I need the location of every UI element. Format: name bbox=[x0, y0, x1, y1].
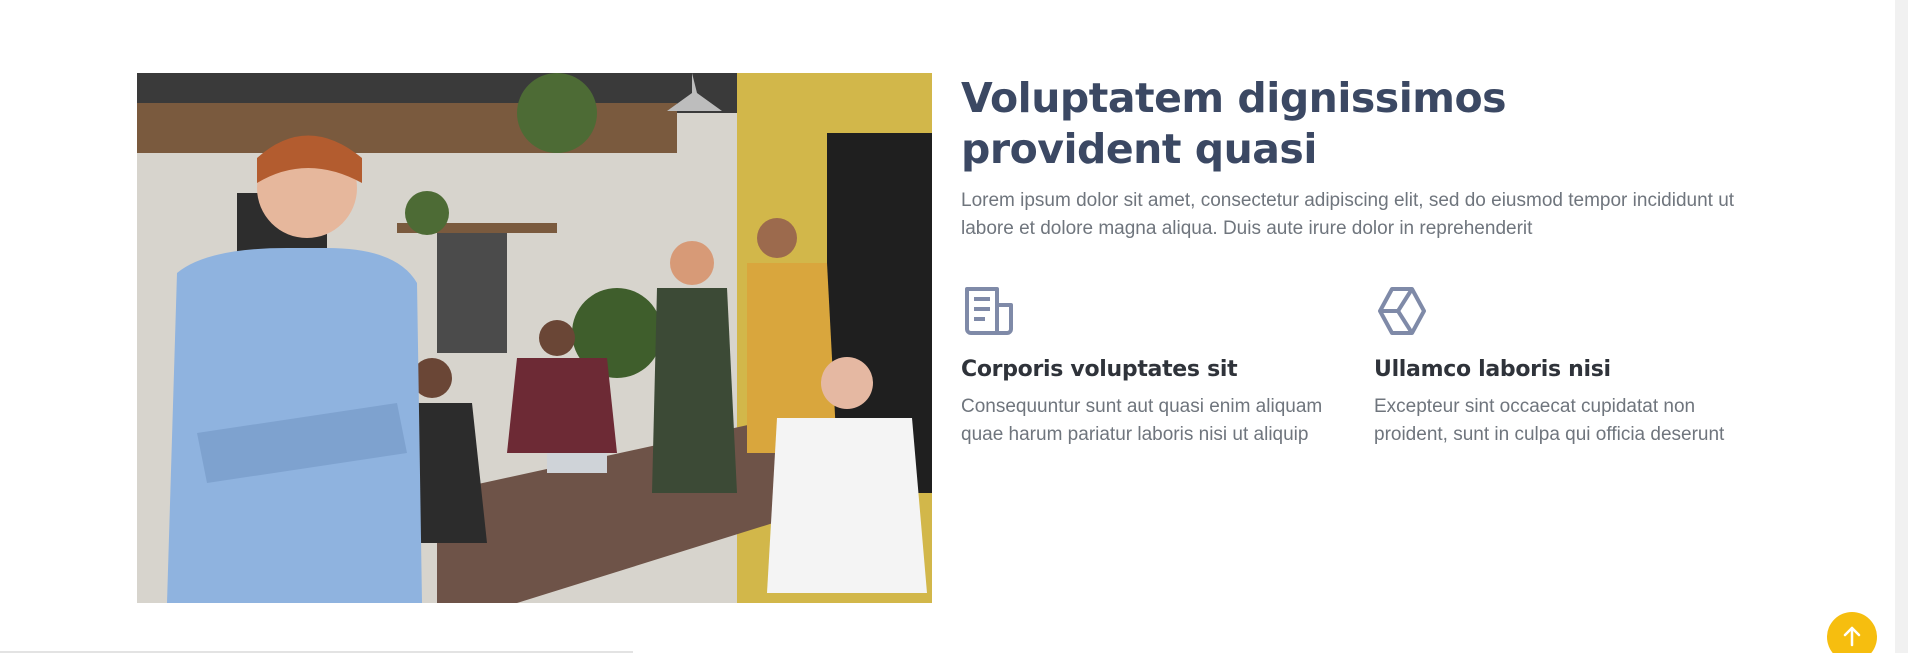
feature-description: Consequuntur sunt aut quasi enim aliquam… bbox=[961, 396, 1323, 445]
about-section: Voluptatem dignissimos provident quasi L… bbox=[0, 0, 1908, 653]
section-lead: Lorem ipsum dolor sit amet, consectetur … bbox=[961, 190, 1735, 239]
section-title: Voluptatem dignissimos provident quasi bbox=[961, 74, 1507, 173]
arrow-up-icon bbox=[1843, 626, 1861, 647]
feature-item: Corporis voluptates sit Consequuntur sun… bbox=[961, 283, 1361, 449]
feature-title: Corporis voluptates sit bbox=[961, 357, 1238, 382]
newspaper-icon bbox=[965, 287, 1013, 335]
cube-icon bbox=[1378, 287, 1426, 335]
team-photo-illustration bbox=[137, 73, 932, 603]
feature-description: Excepteur sint occaecat cupidatat non pr… bbox=[1374, 396, 1725, 445]
back-to-top-button[interactable] bbox=[1827, 612, 1877, 653]
feature-item: Ullamco laboris nisi Excepteur sint occa… bbox=[1374, 283, 1774, 449]
scrollbar[interactable] bbox=[1895, 0, 1908, 653]
team-photo bbox=[137, 73, 932, 603]
about-content: Voluptatem dignissimos provident quasi L… bbox=[961, 73, 1761, 445]
feature-title: Ullamco laboris nisi bbox=[1374, 357, 1611, 382]
